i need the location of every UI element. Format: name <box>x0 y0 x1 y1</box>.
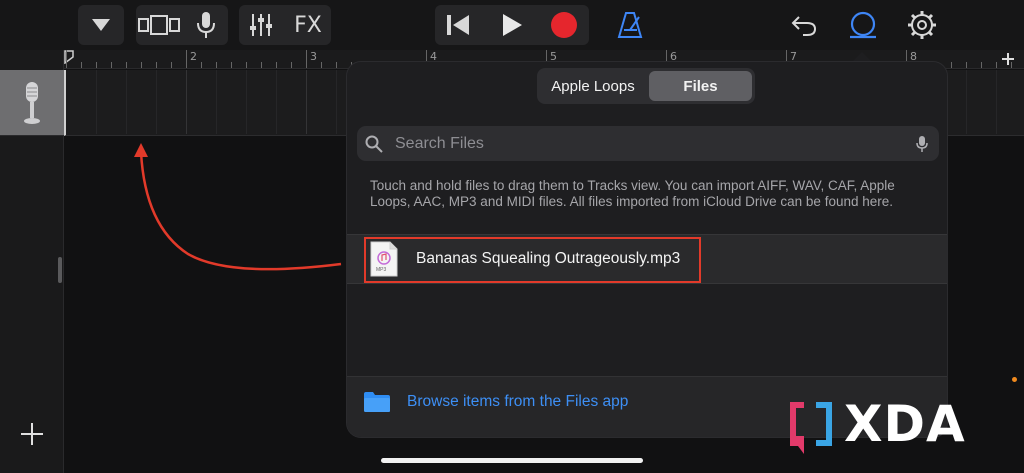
go-to-beginning-button[interactable] <box>435 5 481 45</box>
grid-line <box>306 70 307 134</box>
grid-line <box>216 70 217 134</box>
sliders-icon <box>250 14 272 36</box>
ruler-tick <box>216 62 217 68</box>
view-group <box>78 5 124 45</box>
browse-files-link[interactable]: Browse items from the Files app <box>407 377 628 427</box>
grid-line <box>996 70 997 134</box>
ruler-tick <box>291 62 292 68</box>
tab-apple-loops[interactable]: Apple Loops <box>540 71 646 101</box>
play-icon <box>503 14 522 36</box>
track-view-toggle-button[interactable] <box>78 5 124 45</box>
ruler-tick <box>981 62 982 68</box>
file-list-item[interactable]: MP3 Bananas Squealing Outrageously.mp3 <box>347 234 947 284</box>
metronome-button[interactable] <box>608 5 652 45</box>
record-icon <box>551 12 577 38</box>
search-icon <box>365 135 383 153</box>
dictation-microphone-icon[interactable] <box>916 135 928 153</box>
studio-microphone-icon <box>24 82 40 124</box>
add-track-button[interactable] <box>16 418 48 450</box>
grid-line <box>126 70 127 134</box>
folder-icon <box>364 392 390 412</box>
transport-group <box>435 5 589 45</box>
record-button[interactable] <box>541 5 587 45</box>
mix-controls-group: FX <box>239 5 331 45</box>
search-bar <box>357 126 939 161</box>
plus-icon <box>21 423 43 445</box>
ruler-tick <box>201 62 202 68</box>
track-controls-group <box>136 5 228 45</box>
ruler-tick <box>246 62 247 68</box>
loop-browser-button[interactable] <box>841 5 885 45</box>
audio-recorder-button[interactable] <box>184 5 228 45</box>
undo-button[interactable] <box>782 5 826 45</box>
xda-watermark: XDA <box>786 396 996 458</box>
plus-icon <box>1002 53 1014 65</box>
ruler-bar-number: 2 <box>190 50 197 63</box>
ruler-tick <box>321 62 322 68</box>
search-input[interactable] <box>395 126 905 161</box>
ruler-tick <box>81 62 82 68</box>
ruler-tick <box>966 62 967 68</box>
grid-line <box>96 70 97 134</box>
ruler-tick <box>126 62 127 68</box>
fx-label: FX <box>294 12 322 38</box>
grid-line <box>966 70 967 134</box>
play-button[interactable] <box>489 5 535 45</box>
grid-line <box>276 70 277 134</box>
ruler-tick <box>66 50 67 68</box>
undo-icon <box>791 16 817 36</box>
watermark-text: XDA <box>844 395 966 453</box>
xda-logo-icon <box>790 402 832 454</box>
ruler-tick <box>231 62 232 68</box>
status-dot <box>1012 377 1017 382</box>
grid-line <box>156 70 157 134</box>
loop-icon <box>850 11 876 39</box>
ruler-tick <box>96 62 97 68</box>
resize-handle[interactable] <box>58 257 62 283</box>
ruler-tick <box>261 62 262 68</box>
ruler-tick <box>171 62 172 68</box>
tab-files[interactable]: Files <box>649 71 752 101</box>
mixer-button[interactable] <box>239 5 283 45</box>
settings-button[interactable] <box>900 5 944 45</box>
browser-button[interactable] <box>136 5 182 45</box>
ruler-bar-number: 3 <box>310 50 317 63</box>
ruler-tick <box>306 50 307 68</box>
triangle-down-icon <box>92 19 110 31</box>
ruler-tick <box>111 62 112 68</box>
ruler-tick <box>141 62 142 68</box>
skip-back-icon <box>447 15 469 35</box>
file-name: Bananas Squealing Outrageously.mp3 <box>416 250 681 267</box>
track-header-audio-recorder[interactable] <box>0 70 64 136</box>
grid-line <box>186 70 187 134</box>
grid-line <box>336 70 337 134</box>
ruler-tick <box>336 62 337 68</box>
tracks-browser-icon <box>138 15 180 35</box>
grid-line <box>246 70 247 134</box>
ruler-tick <box>156 62 157 68</box>
file-type-badge: MP3 <box>376 267 387 273</box>
control-bar: FX <box>0 0 1024 50</box>
home-indicator[interactable] <box>381 458 643 463</box>
gear-icon <box>908 11 936 39</box>
ruler-tick <box>276 62 277 68</box>
ruler-tick <box>951 62 952 68</box>
ruler-tick <box>186 50 187 68</box>
browser-tab-control: Apple Loops Files <box>537 68 755 104</box>
fx-button[interactable]: FX <box>285 5 331 45</box>
microphone-icon <box>197 12 215 38</box>
add-section-button[interactable] <box>996 48 1020 70</box>
loop-browser-popover: Apple Loops Files Touch and hold files t… <box>347 62 947 437</box>
files-hint-text: Touch and hold files to drag them to Tra… <box>370 178 895 209</box>
metronome-icon <box>617 12 643 38</box>
